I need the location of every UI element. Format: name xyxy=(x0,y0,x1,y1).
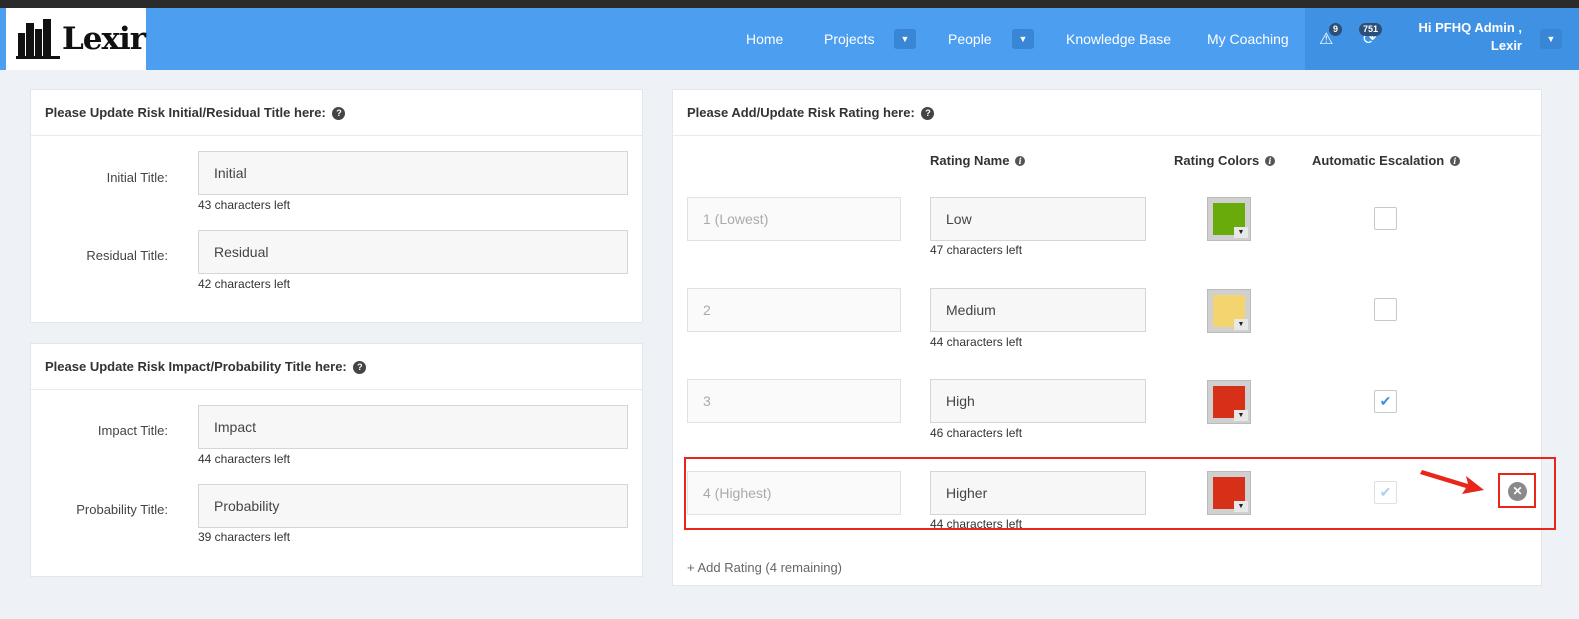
title-panel: Please Update Risk Initial/Residual Titl… xyxy=(30,89,643,323)
rating-name-input[interactable]: High xyxy=(930,379,1146,423)
rating-name-hint: 46 characters left xyxy=(930,426,1023,440)
arrow-annotation-icon xyxy=(1420,470,1484,494)
initial-title-input[interactable]: Initial xyxy=(198,151,628,195)
info-icon[interactable]: i xyxy=(1449,156,1460,166)
residual-title-input[interactable]: Residual xyxy=(198,230,628,274)
rating-name-hint: 44 characters left xyxy=(930,335,1023,349)
help-icon[interactable]: ? xyxy=(353,361,367,374)
nav-knowledge-base[interactable]: Knowledge Base xyxy=(1066,8,1171,70)
caret-down-icon: ▼ xyxy=(1234,410,1248,421)
rating-name-hint: 47 characters left xyxy=(930,243,1023,257)
help-icon[interactable]: ? xyxy=(921,107,935,120)
people-dropdown-icon[interactable]: ▼ xyxy=(1012,29,1034,49)
rating-level-field: 1 (Lowest) xyxy=(687,197,901,241)
col-rating-name: Rating Name i xyxy=(930,153,1026,168)
escalation-checkbox[interactable] xyxy=(1374,207,1397,230)
rating-panel-heading: Please Add/Update Risk Rating here: ? xyxy=(673,90,1541,136)
probability-title-hint: 39 characters left xyxy=(198,530,291,544)
logo-wordmark: Lexir xyxy=(62,21,146,57)
caret-down-icon: ▼ xyxy=(1234,319,1248,330)
nav-people[interactable]: People xyxy=(948,8,992,70)
escalation-checkbox[interactable] xyxy=(1374,298,1397,321)
color-picker[interactable]: ▼ xyxy=(1207,380,1251,424)
info-icon[interactable]: i xyxy=(1264,156,1275,166)
initial-title-label: Initial Title: xyxy=(106,170,168,185)
impact-title-input[interactable]: Impact xyxy=(198,405,628,449)
caret-down-icon: ▼ xyxy=(1234,227,1248,238)
nav-my-coaching[interactable]: My Coaching xyxy=(1207,8,1289,70)
help-icon[interactable]: ? xyxy=(332,107,346,120)
impact-panel: Please Update Risk Impact/Probability Ti… xyxy=(30,343,643,577)
probability-title-input[interactable]: Probability xyxy=(198,484,628,528)
logo[interactable]: Lexir xyxy=(6,8,146,70)
escalation-checkbox[interactable]: ✔ xyxy=(1374,390,1397,413)
user-greeting[interactable]: Hi PFHQ Admin , Lexir xyxy=(1418,19,1522,55)
rating-level-field: 2 xyxy=(687,288,901,332)
col-rating-colors: Rating Colors i xyxy=(1174,153,1275,168)
col-automatic-escalation: Automatic Escalation i xyxy=(1312,153,1460,168)
impact-title-hint: 44 characters left xyxy=(198,452,291,466)
rating-name-input[interactable]: Low xyxy=(930,197,1146,241)
building-logo-icon xyxy=(16,19,60,59)
title-panel-heading: Please Update Risk Initial/Residual Titl… xyxy=(31,90,642,136)
delete-highlight-annotation: ✕ xyxy=(1498,473,1536,508)
color-picker[interactable]: ▼ xyxy=(1207,289,1251,333)
probability-title-label: Probability Title: xyxy=(76,502,168,517)
color-picker[interactable]: ▼ xyxy=(1207,197,1251,241)
rating-name-input[interactable]: Medium xyxy=(930,288,1146,332)
nav-projects[interactable]: Projects xyxy=(824,8,875,70)
impact-title-label: Impact Title: xyxy=(97,423,168,438)
nav-home[interactable]: Home xyxy=(746,8,783,70)
residual-title-label: Residual Title: xyxy=(86,248,168,263)
delete-rating-icon[interactable]: ✕ xyxy=(1508,482,1527,501)
residual-title-hint: 42 characters left xyxy=(198,277,291,291)
rating-level-field: 3 xyxy=(687,379,901,423)
projects-dropdown-icon[interactable]: ▼ xyxy=(894,29,916,49)
initial-title-hint: 43 characters left xyxy=(198,198,291,212)
alerts-count-badge: 9 xyxy=(1329,23,1343,36)
impact-panel-heading: Please Update Risk Impact/Probability Ti… xyxy=(31,344,642,390)
user-dropdown-icon[interactable]: ▼ xyxy=(1540,29,1562,49)
user-area: ⚠ 9 ⟳ 751 Hi PFHQ Admin , Lexir ▼ xyxy=(1305,8,1579,70)
add-rating-button[interactable]: + Add Rating (4 remaining) xyxy=(687,560,842,575)
info-icon[interactable]: i xyxy=(1015,156,1026,166)
updates-count-badge: 751 xyxy=(1359,23,1383,36)
browser-strip xyxy=(0,0,1579,8)
